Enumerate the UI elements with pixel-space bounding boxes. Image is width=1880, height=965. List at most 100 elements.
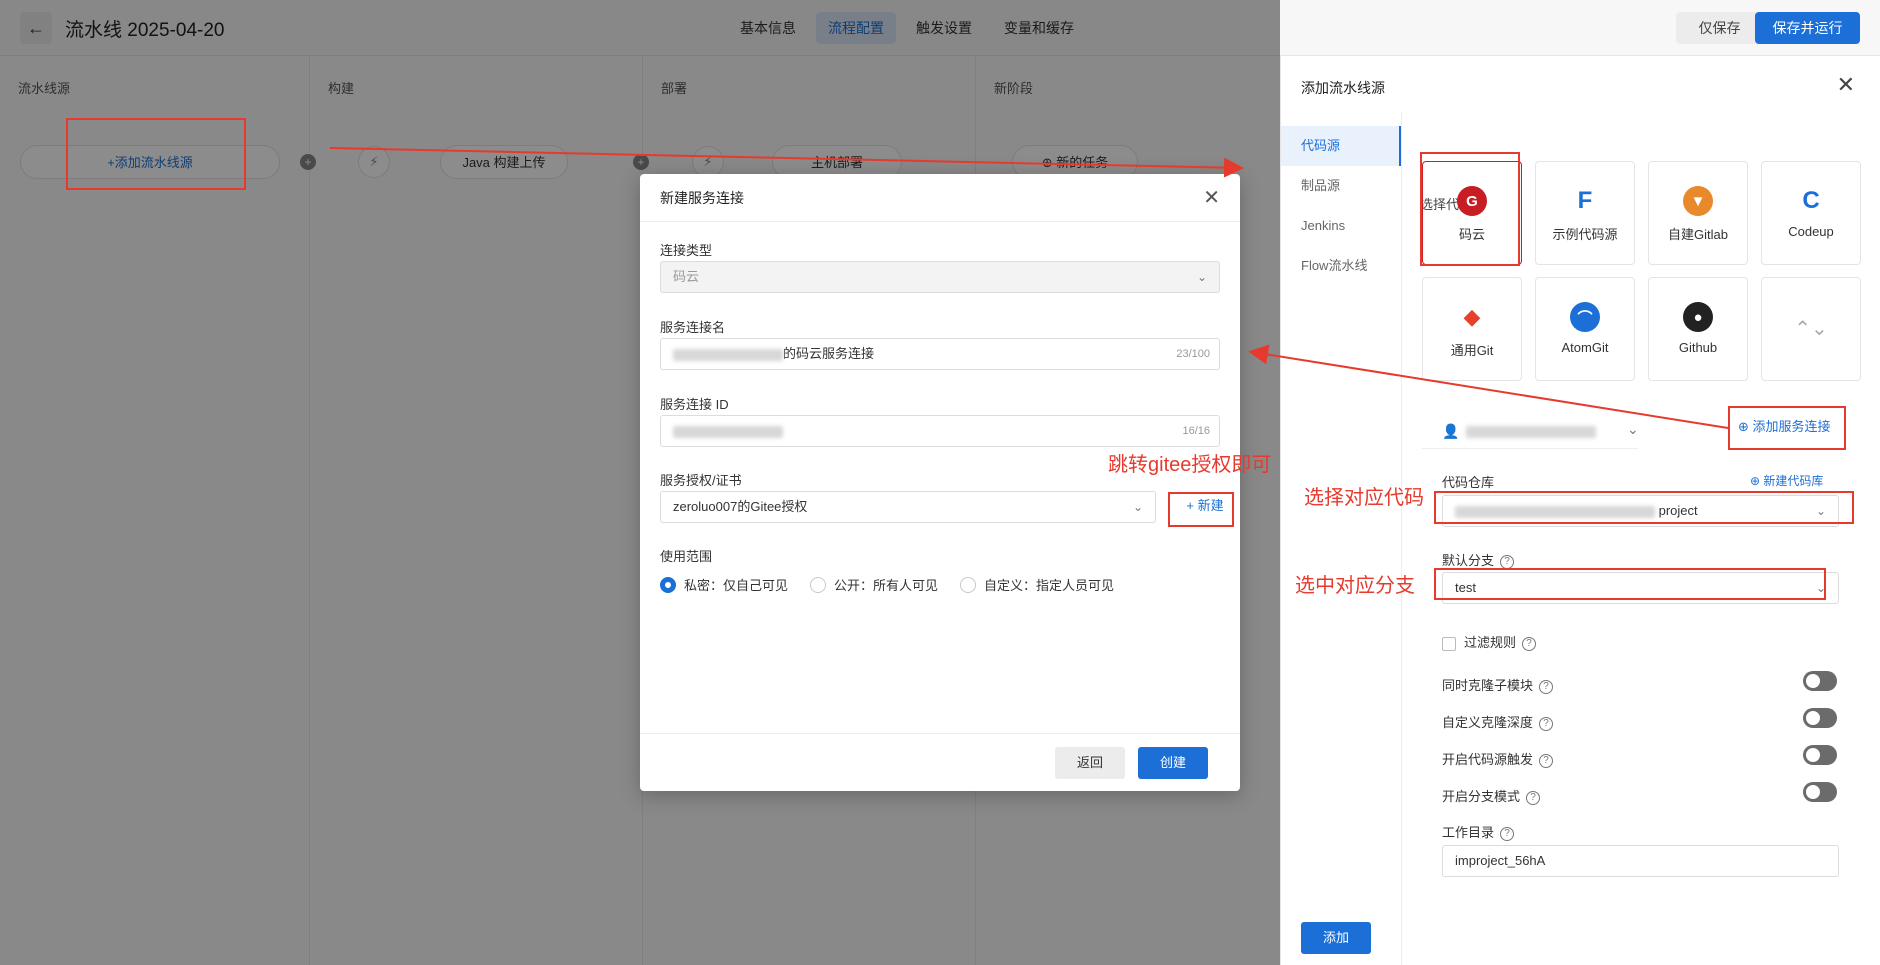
close-icon[interactable]: ✕ bbox=[1203, 185, 1220, 210]
radio-icon bbox=[960, 576, 977, 593]
help-icon[interactable]: ? bbox=[1539, 716, 1554, 731]
help-icon[interactable]: ? bbox=[1500, 826, 1515, 841]
workdir-label: 工作目录 bbox=[1442, 825, 1495, 840]
conn-id-label: 服务连接 ID bbox=[660, 397, 729, 412]
branch-label: 默认分支 bbox=[1442, 553, 1495, 568]
repo-label: 代码仓库 bbox=[1442, 475, 1495, 490]
scope-label: 使用范围 bbox=[660, 549, 713, 564]
radio-label: 自定义：指定人员可见 bbox=[984, 578, 1115, 593]
radio-icon bbox=[810, 576, 827, 593]
save-and-run-button[interactable]: 保存并运行 bbox=[1755, 12, 1860, 44]
workdir-label-row: 工作目录? bbox=[1442, 822, 1515, 841]
annotation-box bbox=[66, 118, 246, 190]
annotation-box bbox=[1420, 152, 1520, 266]
source-tile-atomgit[interactable]: ⌒ AtomGit bbox=[1535, 277, 1635, 381]
close-icon[interactable]: ✕ bbox=[1837, 72, 1855, 98]
radio-label: 公开：所有人可见 bbox=[834, 578, 939, 593]
source-name: Github bbox=[1678, 340, 1718, 355]
nav-jenkins[interactable]: Jenkins bbox=[1281, 206, 1401, 246]
help-icon[interactable]: ? bbox=[1539, 753, 1554, 768]
add-button[interactable]: 添加 bbox=[1301, 922, 1371, 954]
conn-type-label: 连接类型 bbox=[660, 243, 713, 258]
expand-more-button[interactable]: ⌃⌄ bbox=[1761, 277, 1861, 381]
scope-custom-radio[interactable]: 自定义：指定人员可见 bbox=[960, 575, 1114, 594]
conn-type-select[interactable]: 码云 ⌄ bbox=[660, 261, 1220, 293]
new-repo-label: 新建代码库 bbox=[1763, 474, 1824, 488]
source-name: 通用Git bbox=[1450, 343, 1494, 358]
branch-label-row: 默认分支? bbox=[1442, 550, 1515, 569]
chevron-down-icon: ⌄ bbox=[1196, 270, 1207, 284]
user-icon: 👤 bbox=[1442, 423, 1460, 439]
chevron-down-icon: ⌄ bbox=[1627, 421, 1639, 437]
account-select[interactable]: 👤 ⌄ bbox=[1422, 415, 1639, 449]
source-name: Codeup bbox=[1788, 224, 1834, 239]
panel-title: 添加流水线源 bbox=[1301, 80, 1385, 96]
source-tile-git[interactable]: ◆ 通用Git bbox=[1422, 277, 1522, 381]
dialog-header: 新建服务连接 ✕ bbox=[640, 174, 1240, 222]
conn-name-input[interactable]: 的码云服务连接 23/100 bbox=[660, 338, 1220, 370]
git-icon: ◆ bbox=[1457, 302, 1487, 332]
char-count: 16/16 bbox=[1182, 425, 1210, 437]
radio-label: 私密：仅自己可见 bbox=[684, 578, 789, 593]
filter-rule-label: 过滤规则 bbox=[1464, 635, 1517, 650]
toggle-row: 开启分支模式? bbox=[1442, 786, 1541, 805]
toggle-row: 同时克隆子模块? bbox=[1442, 675, 1554, 694]
redacted-text bbox=[1466, 426, 1596, 438]
toggle-row: 自定义克隆深度? bbox=[1442, 712, 1554, 731]
annotation-text: 跳转gitee授权即可 bbox=[1108, 454, 1272, 476]
expand-icon: ⌃⌄ bbox=[1794, 318, 1828, 340]
gitlab-icon: ▼ bbox=[1683, 186, 1713, 216]
source-tile-sample[interactable]: F 示例代码源 bbox=[1535, 161, 1635, 265]
auth-label: 服务授权/证书 bbox=[660, 473, 742, 488]
plus-circle-icon: ⊕ bbox=[1750, 474, 1764, 488]
conn-id-input[interactable]: 16/16 bbox=[660, 415, 1220, 447]
chevron-down-icon: ⌄ bbox=[1132, 500, 1143, 514]
annotation-box bbox=[1434, 568, 1826, 600]
toggle-row: 开启代码源触发? bbox=[1442, 749, 1554, 768]
nav-code-source[interactable]: 代码源 bbox=[1281, 126, 1401, 166]
source-tile-codeup[interactable]: C Codeup bbox=[1761, 161, 1861, 265]
branch-mode-toggle[interactable] bbox=[1803, 782, 1837, 802]
toggle-label: 同时克隆子模块 bbox=[1442, 678, 1534, 693]
annotation-box bbox=[1728, 406, 1846, 450]
dialog-title: 新建服务连接 bbox=[660, 189, 744, 206]
scope-private-radio[interactable]: 私密：仅自己可见 bbox=[660, 575, 788, 594]
annotation-text: 选中对应分支 bbox=[1295, 575, 1415, 597]
conn-name-label: 服务连接名 bbox=[660, 320, 726, 335]
source-trigger-toggle[interactable] bbox=[1803, 745, 1837, 765]
nav-artifact-source[interactable]: 制品源 bbox=[1281, 166, 1401, 206]
char-count: 23/100 bbox=[1176, 348, 1210, 360]
annotation-text: 选择对应代码 bbox=[1304, 487, 1424, 509]
auth-select[interactable]: zeroluo007的Gitee授权 ⌄ bbox=[660, 491, 1156, 523]
radio-icon bbox=[660, 576, 676, 593]
redacted-text bbox=[673, 425, 783, 438]
dialog-footer: 返回 创建 bbox=[640, 733, 1240, 791]
conn-name-value: 的码云服务连接 bbox=[783, 346, 875, 361]
help-icon[interactable]: ? bbox=[1526, 790, 1541, 805]
nav-flow-pipeline[interactable]: Flow流水线 bbox=[1281, 246, 1401, 286]
scope-radio-group: 私密：仅自己可见 公开：所有人可见 自定义：指定人员可见 bbox=[660, 575, 1114, 594]
help-icon[interactable]: ? bbox=[1500, 554, 1515, 569]
workdir-input[interactable]: improject_56hA bbox=[1442, 845, 1839, 877]
scope-public-radio[interactable]: 公开：所有人可见 bbox=[810, 575, 938, 594]
help-icon[interactable]: ? bbox=[1522, 636, 1537, 651]
redacted-text bbox=[673, 348, 783, 361]
filter-rule-row[interactable]: 过滤规则? bbox=[1442, 632, 1537, 651]
create-button[interactable]: 创建 bbox=[1138, 747, 1208, 779]
github-icon: ● bbox=[1683, 302, 1713, 332]
source-tile-gitlab[interactable]: ▼ 自建Gitlab bbox=[1648, 161, 1748, 265]
clone-depth-toggle[interactable] bbox=[1803, 708, 1837, 728]
annotation-box bbox=[1434, 491, 1854, 524]
toggle-label: 开启代码源触发 bbox=[1442, 752, 1534, 767]
new-repo-button[interactable]: ⊕ 新建代码库 bbox=[1750, 472, 1823, 489]
source-tile-github[interactable]: ● Github bbox=[1648, 277, 1748, 381]
filter-rule-checkbox[interactable] bbox=[1442, 636, 1456, 651]
save-only-button[interactable]: 仅保存 bbox=[1676, 12, 1763, 44]
clone-submodule-toggle[interactable] bbox=[1803, 671, 1837, 691]
new-service-connection-dialog: 新建服务连接 ✕ 连接类型 码云 ⌄ 服务连接名 的码云服务连接 23/100 … bbox=[640, 174, 1240, 791]
atomgit-icon: ⌒ bbox=[1570, 302, 1600, 332]
panel-nav: 代码源 制品源 Jenkins Flow流水线 bbox=[1281, 126, 1401, 286]
conn-type-value: 码云 bbox=[673, 269, 700, 284]
help-icon[interactable]: ? bbox=[1539, 679, 1554, 694]
back-button[interactable]: 返回 bbox=[1055, 747, 1125, 779]
